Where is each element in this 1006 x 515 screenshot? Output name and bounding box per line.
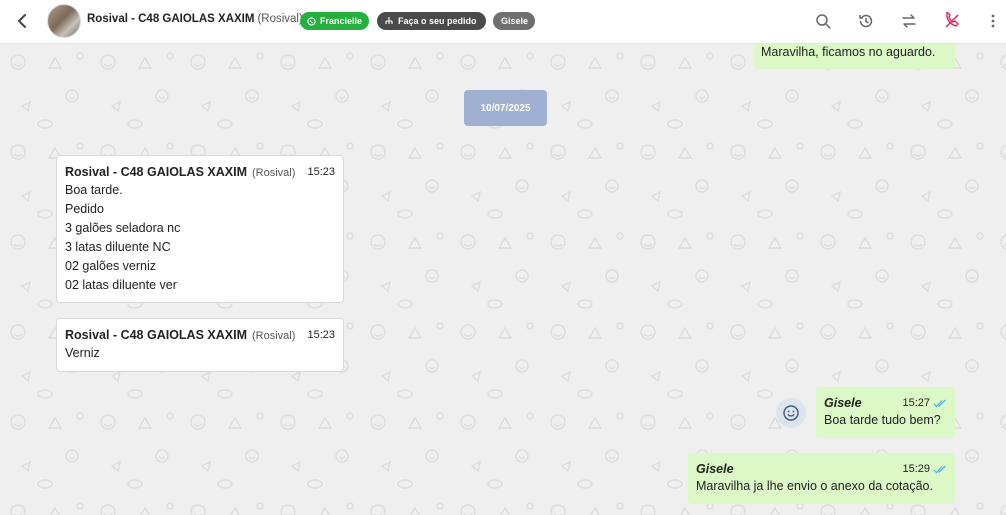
chat-header: Rosival - C48 GAIOLAS XAXIM (Rosival) Fra… (0, 0, 1006, 44)
end-chat-icon[interactable] (943, 12, 961, 30)
message-time: 15:23 (307, 166, 335, 178)
message-line: Pedido (65, 202, 104, 216)
outgoing-message[interactable]: Gisele 15:27 Boa tarde tudo bem? (816, 387, 955, 438)
date-separator: 10/07/2025 (464, 90, 547, 126)
double-check-read-icon (933, 465, 946, 473)
outgoing-message-partial[interactable]: Maravilha, ficamos no aguardo. (753, 44, 955, 69)
message-text: Maravilha, ficamos no aguardo. (761, 45, 936, 59)
outgoing-message[interactable]: Gisele 15:29 Maravilha ja lhe envio o an… (688, 453, 955, 504)
message-time: 15:27 (902, 397, 930, 409)
message-meta: 15:29 (902, 463, 947, 475)
tag-label: Faça o seu pedido (398, 16, 477, 26)
message-sender: Rosival - C48 GAIOLAS XAXIM (Rosival) (65, 165, 335, 179)
sender-alias: (Rosival) (251, 167, 296, 179)
sender-name: Rosival - C48 GAIOLAS XAXIM (65, 165, 247, 179)
contact-name[interactable]: Rosival - C48 GAIOLAS XAXIM (Rosival) (87, 13, 303, 25)
history-icon[interactable] (857, 12, 875, 30)
tag-label: Francielle (319, 16, 362, 26)
more-icon[interactable] (988, 12, 998, 30)
message-sender: Rosival - C48 GAIOLAS XAXIM (Rosival) (65, 328, 335, 342)
message-line: 02 galões verniz (65, 259, 157, 273)
contact-avatar[interactable] (47, 4, 81, 38)
message-line: 3 galões seladora nc (65, 221, 181, 235)
incoming-message[interactable]: Rosival - C48 GAIOLAS XAXIM (Rosival) 15:… (56, 318, 344, 372)
transfer-icon[interactable] (900, 12, 918, 30)
tag-agent-francielle[interactable]: Francielle (300, 12, 369, 30)
tag-flow[interactable]: Faça o seu pedido (377, 12, 486, 30)
whatsapp-icon (307, 16, 316, 26)
message-text: Boa tarde tudo bem? (824, 413, 941, 427)
message-text: Maravilha ja lhe envio o anexo da cotaçã… (696, 479, 933, 493)
tag-label: Gisele (501, 16, 529, 26)
message-time: 15:29 (902, 463, 930, 475)
contact-name-text: Rosival - C48 GAIOLAS XAXIM (87, 13, 255, 25)
search-icon[interactable] (814, 12, 832, 30)
message-meta: 15:27 (902, 397, 947, 409)
message-time: 15:23 (307, 329, 335, 341)
flow-icon (385, 17, 393, 24)
smiley-icon (783, 405, 799, 421)
contact-alias: (Rosival) (257, 13, 303, 25)
incoming-message[interactable]: Rosival - C48 GAIOLAS XAXIM (Rosival) 15:… (56, 155, 344, 303)
message-line: Verniz (65, 346, 100, 360)
message-line: 02 latas diluente ver (65, 278, 177, 292)
emoji-reaction-button[interactable] (776, 398, 806, 428)
sender-name: Rosival - C48 GAIOLAS XAXIM (65, 328, 247, 342)
double-check-read-icon (933, 399, 946, 407)
sender-alias: (Rosival) (251, 330, 296, 342)
message-line: 3 latas diluente NC (65, 240, 171, 254)
tag-user-gisele[interactable]: Gisele (493, 12, 535, 30)
back-arrow-icon[interactable] (14, 12, 30, 30)
message-line: Boa tarde. (65, 183, 123, 197)
